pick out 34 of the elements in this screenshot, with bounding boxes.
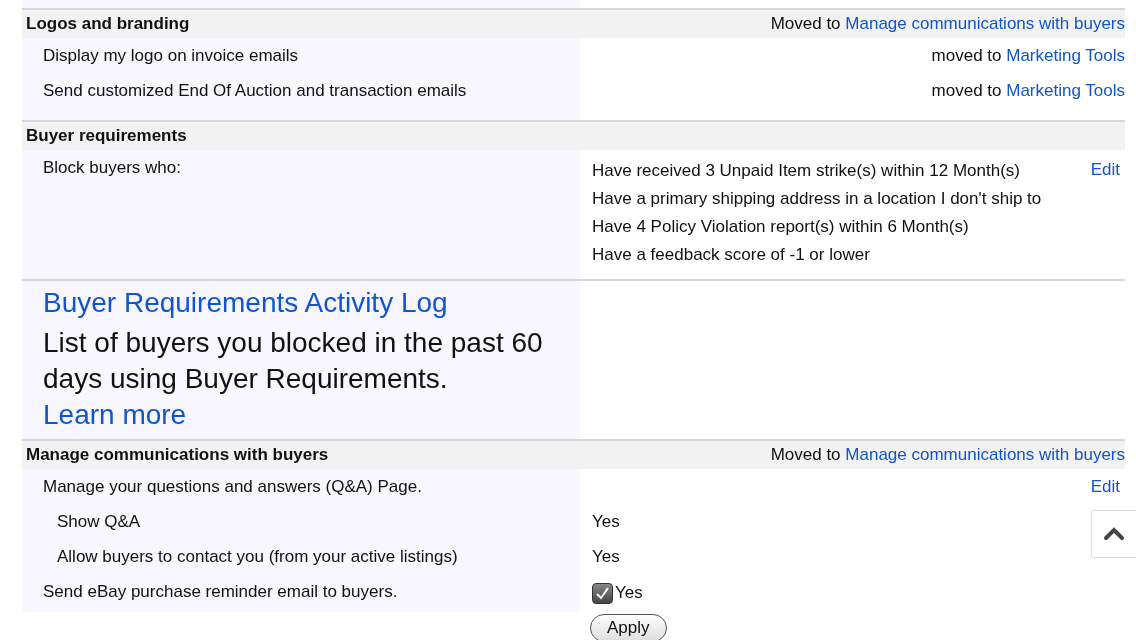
checkbox[interactable] [592, 583, 613, 604]
section-title: Buyer requirements [26, 126, 187, 146]
setting-label: Manage your questions and answers (Q&A) Page. [42, 476, 423, 498]
moved-note: Moved to Manage communications with buyers [770, 445, 1125, 465]
requirement-text: Have 4 Policy Violation report(s) within 6 Month(s) [592, 216, 970, 238]
moved-note: Moved to Manage communications with buyers [770, 14, 1125, 34]
requirement-text: Have a feedback score of -1 or lower [592, 244, 871, 266]
moved-link[interactable]: Marketing Tools [1006, 46, 1125, 65]
moved-note: moved to Marketing Tools [931, 45, 1125, 67]
section-title: Logos and branding [26, 14, 190, 34]
apply-button[interactable]: Apply [590, 614, 667, 640]
setting-value: Yes [592, 574, 643, 612]
section-title: Manage communications with buyers [26, 445, 329, 465]
moved-link[interactable]: Manage communications with buyers [845, 14, 1125, 33]
moved-link[interactable]: Manage communications with buyers [845, 445, 1125, 464]
setting-label: Show Q&A [56, 511, 142, 533]
moved-note: moved to Marketing Tools [931, 80, 1125, 102]
edit-link[interactable]: Edit [1090, 469, 1120, 504]
setting-label: Send eBay purchase reminder email to buyers. [42, 581, 399, 603]
promo-text: List of buyers you blocked in the past 60 days using Buyer Requirements. Learn more [43, 326, 544, 432]
requirement-text: Have a primary shipping address in a location I don't ship to [592, 188, 1042, 210]
setting-label: Display my logo on invoice emails [42, 45, 300, 67]
setting-value: Yes [592, 511, 620, 533]
learn-more-link[interactable]: Learn more [43, 399, 187, 430]
back-to-top-button[interactable] [1091, 510, 1136, 558]
edit-link[interactable]: Edit [1090, 150, 1120, 269]
setting-label: Allow buyers to contact you (from your active listings) [56, 546, 459, 568]
requirement-text: Have received 3 Unpaid Item strike(s) within 12 Month(s) [592, 160, 1021, 182]
chevron-up-icon [1103, 527, 1125, 541]
setting-value: Yes [592, 546, 620, 568]
setting-label: Send customized End Of Auction and transaction emails [42, 80, 468, 102]
activity-log-link[interactable]: Buyer Requirements Activity Log [43, 285, 572, 321]
setting-label: Block buyers who: [42, 157, 182, 179]
moved-link[interactable]: Marketing Tools [1006, 81, 1125, 100]
